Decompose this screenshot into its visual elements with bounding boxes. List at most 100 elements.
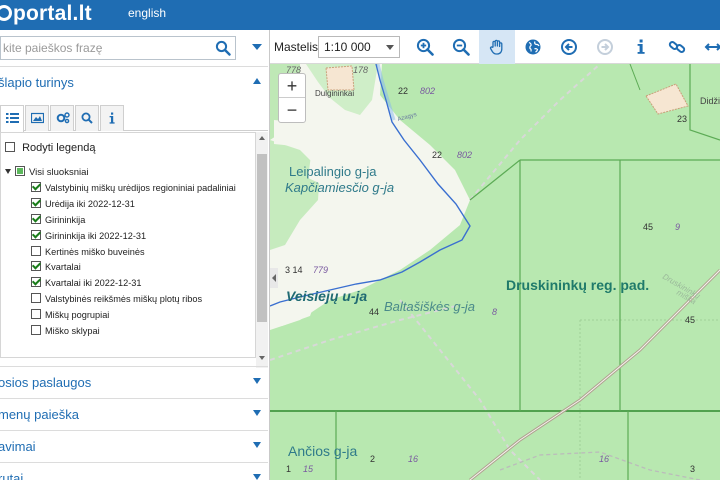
layer-checkbox[interactable] (31, 182, 41, 192)
plot-number: 802 (457, 150, 472, 160)
scroll-down-icon[interactable] (258, 354, 266, 362)
section-services[interactable]: osios paslaugos (0, 366, 268, 398)
pan-button[interactable] (479, 30, 515, 64)
chevron-down-icon (253, 410, 261, 416)
layer-item[interactable]: Miškų pogrupiai (31, 309, 236, 325)
quarter-number: 1 (286, 464, 291, 474)
section-services-label: osios paslaugos (0, 375, 92, 390)
share-link-button[interactable] (659, 30, 695, 64)
layer-panel-scrollbar[interactable] (256, 132, 268, 368)
logo-text: portal.lt (13, 2, 92, 25)
plot-number: 178 (353, 65, 368, 75)
layer-item[interactable]: Girininkija iki 2022-12-31 (31, 229, 236, 246)
layer-label: Valstybinės reikšmės miškų plotų ribos (45, 294, 203, 305)
layer-label: Miškų pogrupiai (45, 310, 110, 321)
top-bar: portal.lt english (0, 0, 720, 30)
scale-select[interactable]: 1:10 000 (318, 36, 400, 58)
show-legend-label: Rodyti legendą (22, 142, 96, 154)
search-input[interactable] (1, 37, 206, 59)
zoom-in-icon (416, 38, 434, 56)
search-icon[interactable] (215, 40, 231, 56)
layer-group-checkbox[interactable] (15, 166, 25, 176)
layer-label: Girininkija iki 2022-12-31 (45, 230, 147, 241)
layer-item[interactable]: Girininkija (31, 213, 236, 230)
label-druskininku: Druskininkų reg. pad. (506, 277, 649, 293)
layer-checkbox[interactable] (31, 293, 41, 304)
plot-number: 8 (492, 307, 497, 317)
identify-button[interactable] (623, 30, 659, 64)
search-options-arrow-icon[interactable] (250, 41, 264, 53)
layer-item[interactable]: Miško sklypai (31, 325, 236, 341)
layer-tree-panel: Rodyti legendą Visi sluoksniai Valstybin… (0, 132, 256, 358)
layer-label: Kertinės miško buveinės (45, 246, 145, 257)
search-box (0, 36, 236, 60)
next-extent-button[interactable] (587, 30, 623, 64)
tab-settings[interactable] (50, 105, 74, 131)
quarter-number: 3 (690, 464, 695, 474)
map-toolbar: Mastelis: 1:10 000 (270, 30, 720, 64)
logo[interactable]: portal.lt (0, 2, 92, 26)
layer-checkbox[interactable] (31, 229, 41, 240)
label-dulgininkai: Dulgininkai (315, 89, 354, 98)
layer-group-label: Visi sluoksniai (29, 167, 89, 178)
section-print[interactable]: rutai (0, 462, 268, 480)
layer-checkbox[interactable] (31, 261, 41, 272)
layer-checkbox[interactable] (31, 309, 41, 320)
scroll-up-icon[interactable] (258, 134, 266, 142)
language-switch[interactable]: english (128, 6, 166, 20)
label-didzi: Didži (700, 96, 720, 106)
info-icon (109, 112, 115, 124)
section-object-search[interactable]: menų paieška (0, 398, 268, 430)
show-legend-toggle[interactable]: Rodyti legendą (5, 142, 95, 154)
layer-item[interactable]: Kvartalai iki 2022-12-31 (31, 277, 236, 293)
layer-checkbox[interactable] (31, 213, 41, 224)
content-tabs (0, 105, 268, 132)
map-zoom-in-button[interactable]: + (279, 74, 305, 98)
info-icon (637, 39, 645, 54)
layer-label: Miško sklypai (45, 326, 100, 337)
quarter-number: 2 (370, 454, 375, 464)
panel-collapse-handle[interactable] (270, 268, 278, 288)
layer-checkbox[interactable] (31, 245, 41, 256)
expand-triangle-icon[interactable] (5, 169, 11, 174)
scale-value: 1:10 000 (324, 40, 371, 54)
scroll-thumb[interactable] (257, 154, 267, 322)
chevron-down-icon (253, 378, 261, 384)
layer-checkbox[interactable] (31, 277, 41, 288)
map-canvas[interactable]: Leipalingio g-ja Kapčiamiesčio g-ja Drus… (270, 64, 720, 480)
show-legend-checkbox[interactable] (5, 142, 15, 152)
settlement-area (325, 65, 355, 91)
layer-item[interactable]: Kertinės miško buveinės (31, 245, 236, 262)
map-zoom-out-button[interactable]: − (279, 98, 305, 122)
layer-item[interactable]: Kvartalai (31, 261, 236, 277)
quarter-number: 22 (432, 150, 442, 160)
search-icon (81, 112, 93, 124)
list-icon (6, 113, 19, 123)
layer-group-all[interactable]: Visi sluoksniai (5, 166, 89, 178)
layer-item[interactable]: Valstybinės reikšmės miškų plotų ribos (31, 293, 236, 309)
section-measure[interactable]: avimai (0, 430, 268, 462)
clearing (274, 120, 296, 146)
tab-image[interactable] (25, 105, 49, 131)
label-veisieju: Veisiejų u-ja (286, 288, 367, 304)
layer-item[interactable]: Valstybinių miškų urėdijos regioniniai p… (31, 182, 236, 198)
plot-number: 9 (675, 222, 680, 232)
layer-checkbox[interactable] (31, 325, 41, 336)
layer-item[interactable]: Urėdija iki 2022-12-31 (31, 197, 236, 214)
image-icon (31, 112, 44, 124)
expand-map-button[interactable] (695, 30, 720, 64)
tab-layer-list[interactable] (0, 105, 24, 132)
section-map-content[interactable]: šlapio turinys (0, 66, 268, 102)
full-extent-button[interactable] (515, 30, 551, 64)
tab-info[interactable] (100, 105, 124, 131)
left-panel: šlapio turinys Rodyti legendą Visi sluok… (0, 30, 270, 480)
zoom-in-button[interactable] (407, 30, 443, 64)
layer-checkbox[interactable] (31, 197, 41, 208)
quarter-number: 22 (398, 86, 408, 96)
forward-icon (597, 39, 613, 55)
previous-extent-button[interactable] (551, 30, 587, 64)
layer-label: Valstybinių miškų urėdijos regioniniai p… (45, 183, 236, 193)
zoom-out-button[interactable] (443, 30, 479, 64)
tab-search[interactable] (75, 105, 99, 131)
plot-number: 802 (420, 86, 435, 96)
